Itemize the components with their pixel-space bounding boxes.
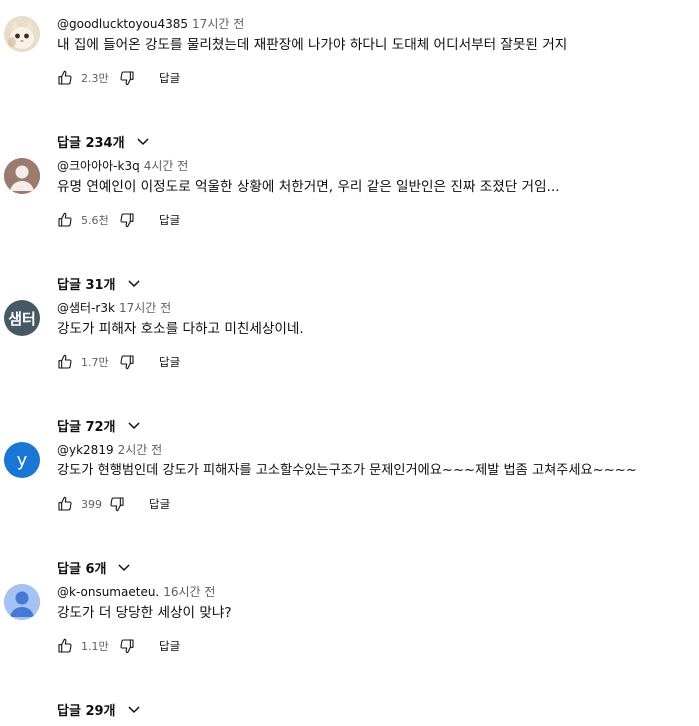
thumbs-up-icon[interactable] xyxy=(57,70,73,86)
comment-author[interactable]: @샘터-r3k xyxy=(57,301,115,315)
comment-text: 유명 연예인이 이정도로 억울한 상황에 처한거면, 우리 같은 일반인은 진짜… xyxy=(57,179,560,195)
view-replies-button[interactable]: 답글 31개 xyxy=(57,274,142,293)
comment-thread: @k-onsumaeteu. 16시간 전 강도가 더 당당한 세상이 맞냐? 1… xyxy=(0,584,699,726)
comment-author[interactable]: @크아아아-k3q xyxy=(57,159,140,173)
reply-button[interactable]: 답글 xyxy=(159,212,180,228)
thumbs-down-icon[interactable] xyxy=(119,70,135,86)
comment-thread: @크아아아-k3q 4시간 전 유명 연예인이 이정도로 억울한 상황에 처한거면… xyxy=(0,158,699,300)
comment-header: @yk2819 2시간 전 xyxy=(57,442,162,458)
thumbs-down-icon[interactable] xyxy=(119,638,135,654)
comment-actions: 2.3만 답글 xyxy=(57,68,180,88)
like-count: 1.7만 xyxy=(81,356,109,369)
chevron-down-icon xyxy=(128,706,139,713)
comment-actions: 1.1만 답글 xyxy=(57,636,180,656)
comment-thread: 샘터 @샘터-r3k 17시간 전 강도가 피해자 호소를 다하고 미친세상이네.… xyxy=(0,300,699,442)
cat-photo-avatar-icon xyxy=(4,16,40,52)
comment-time[interactable]: 17시간 전 xyxy=(119,301,171,315)
comment-time[interactable]: 17시간 전 xyxy=(192,17,244,31)
user-avatar[interactable]: 샘터 xyxy=(4,300,40,336)
comment-time[interactable]: 4시간 전 xyxy=(144,159,189,173)
like-count: 399 xyxy=(81,497,102,511)
user-avatar[interactable] xyxy=(4,16,40,52)
thumbs-up-icon[interactable] xyxy=(57,212,73,228)
avatar-initial: y xyxy=(16,449,28,471)
comment-header: @크아아아-k3q 4시간 전 xyxy=(57,158,188,174)
chevron-down-icon xyxy=(119,564,130,571)
view-replies-button[interactable]: 답글 72개 xyxy=(57,416,142,435)
default-person-avatar-icon xyxy=(4,158,40,194)
comment-header: @k-onsumaeteu. 16시간 전 xyxy=(57,584,215,600)
comment-thread: y @yk2819 2시간 전 강도가 현행범인데 강도가 피해자를 고소할수있는… xyxy=(0,442,699,584)
comment-actions: 399 답글 xyxy=(57,494,170,514)
user-avatar[interactable]: y xyxy=(4,442,40,478)
chevron-down-icon xyxy=(128,422,139,429)
comment-text: 내 집에 들어온 강도를 물리쳤는데 재판장에 나가야 하다니 도대체 어디서부… xyxy=(57,37,568,53)
thumbs-down-icon[interactable] xyxy=(119,212,135,228)
comment-text: 강도가 피해자 호소를 다하고 미친세상이네. xyxy=(57,321,304,337)
thumbs-down-icon[interactable] xyxy=(119,354,135,370)
comment-header: @샘터-r3k 17시간 전 xyxy=(57,300,171,316)
avatar-initials: 샘터 xyxy=(8,309,36,328)
default-person-avatar-icon xyxy=(4,584,40,620)
comment-author[interactable]: @goodlucktoyou4385 xyxy=(57,17,188,31)
replies-count-label: 답글 72개 xyxy=(57,420,116,435)
chevron-down-icon xyxy=(128,280,139,287)
reply-button[interactable]: 답글 xyxy=(159,70,180,86)
thumbs-down-icon[interactable] xyxy=(109,496,125,512)
comment-author[interactable]: @k-onsumaeteu. xyxy=(57,585,159,599)
user-avatar[interactable] xyxy=(4,158,40,194)
comment-actions: 5.6천 답글 xyxy=(57,210,180,230)
reply-button[interactable]: 답글 xyxy=(149,496,170,512)
comment-header: @goodlucktoyou4385 17시간 전 xyxy=(57,16,244,32)
like-count: 2.3만 xyxy=(81,72,109,85)
like-count: 1.1만 xyxy=(81,640,109,653)
view-replies-button[interactable]: 답글 29개 xyxy=(57,700,142,719)
replies-count-label: 답글 29개 xyxy=(57,704,116,719)
like-count: 5.6천 xyxy=(81,214,109,227)
user-avatar[interactable] xyxy=(4,584,40,620)
thumbs-up-icon[interactable] xyxy=(57,354,73,370)
comment-text: 강도가 더 당당한 세상이 맞냐? xyxy=(57,605,232,621)
thumbs-up-icon[interactable] xyxy=(57,496,73,512)
comment-time[interactable]: 2시간 전 xyxy=(118,443,163,457)
comment-text: 강도가 현행범인데 강도가 피해자를 고소할수있는구조가 문제인거에요~~~제발… xyxy=(57,463,637,478)
reply-button[interactable]: 답글 xyxy=(159,354,180,370)
view-replies-button[interactable]: 답글 234개 xyxy=(57,132,151,151)
reply-button[interactable]: 답글 xyxy=(159,638,180,654)
replies-count-label: 답글 234개 xyxy=(57,136,125,151)
chevron-down-icon xyxy=(137,138,148,145)
view-replies-button[interactable]: 답글 6개 xyxy=(57,558,132,577)
comment-actions: 1.7만 답글 xyxy=(57,352,180,372)
comment-thread: @goodlucktoyou4385 17시간 전 내 집에 들어온 강도를 물리… xyxy=(0,16,699,158)
thumbs-up-icon[interactable] xyxy=(57,638,73,654)
replies-count-label: 답글 31개 xyxy=(57,278,116,293)
comment-time[interactable]: 16시간 전 xyxy=(163,585,215,599)
replies-count-label: 답글 6개 xyxy=(57,562,107,577)
comment-author[interactable]: @yk2819 xyxy=(57,443,114,457)
